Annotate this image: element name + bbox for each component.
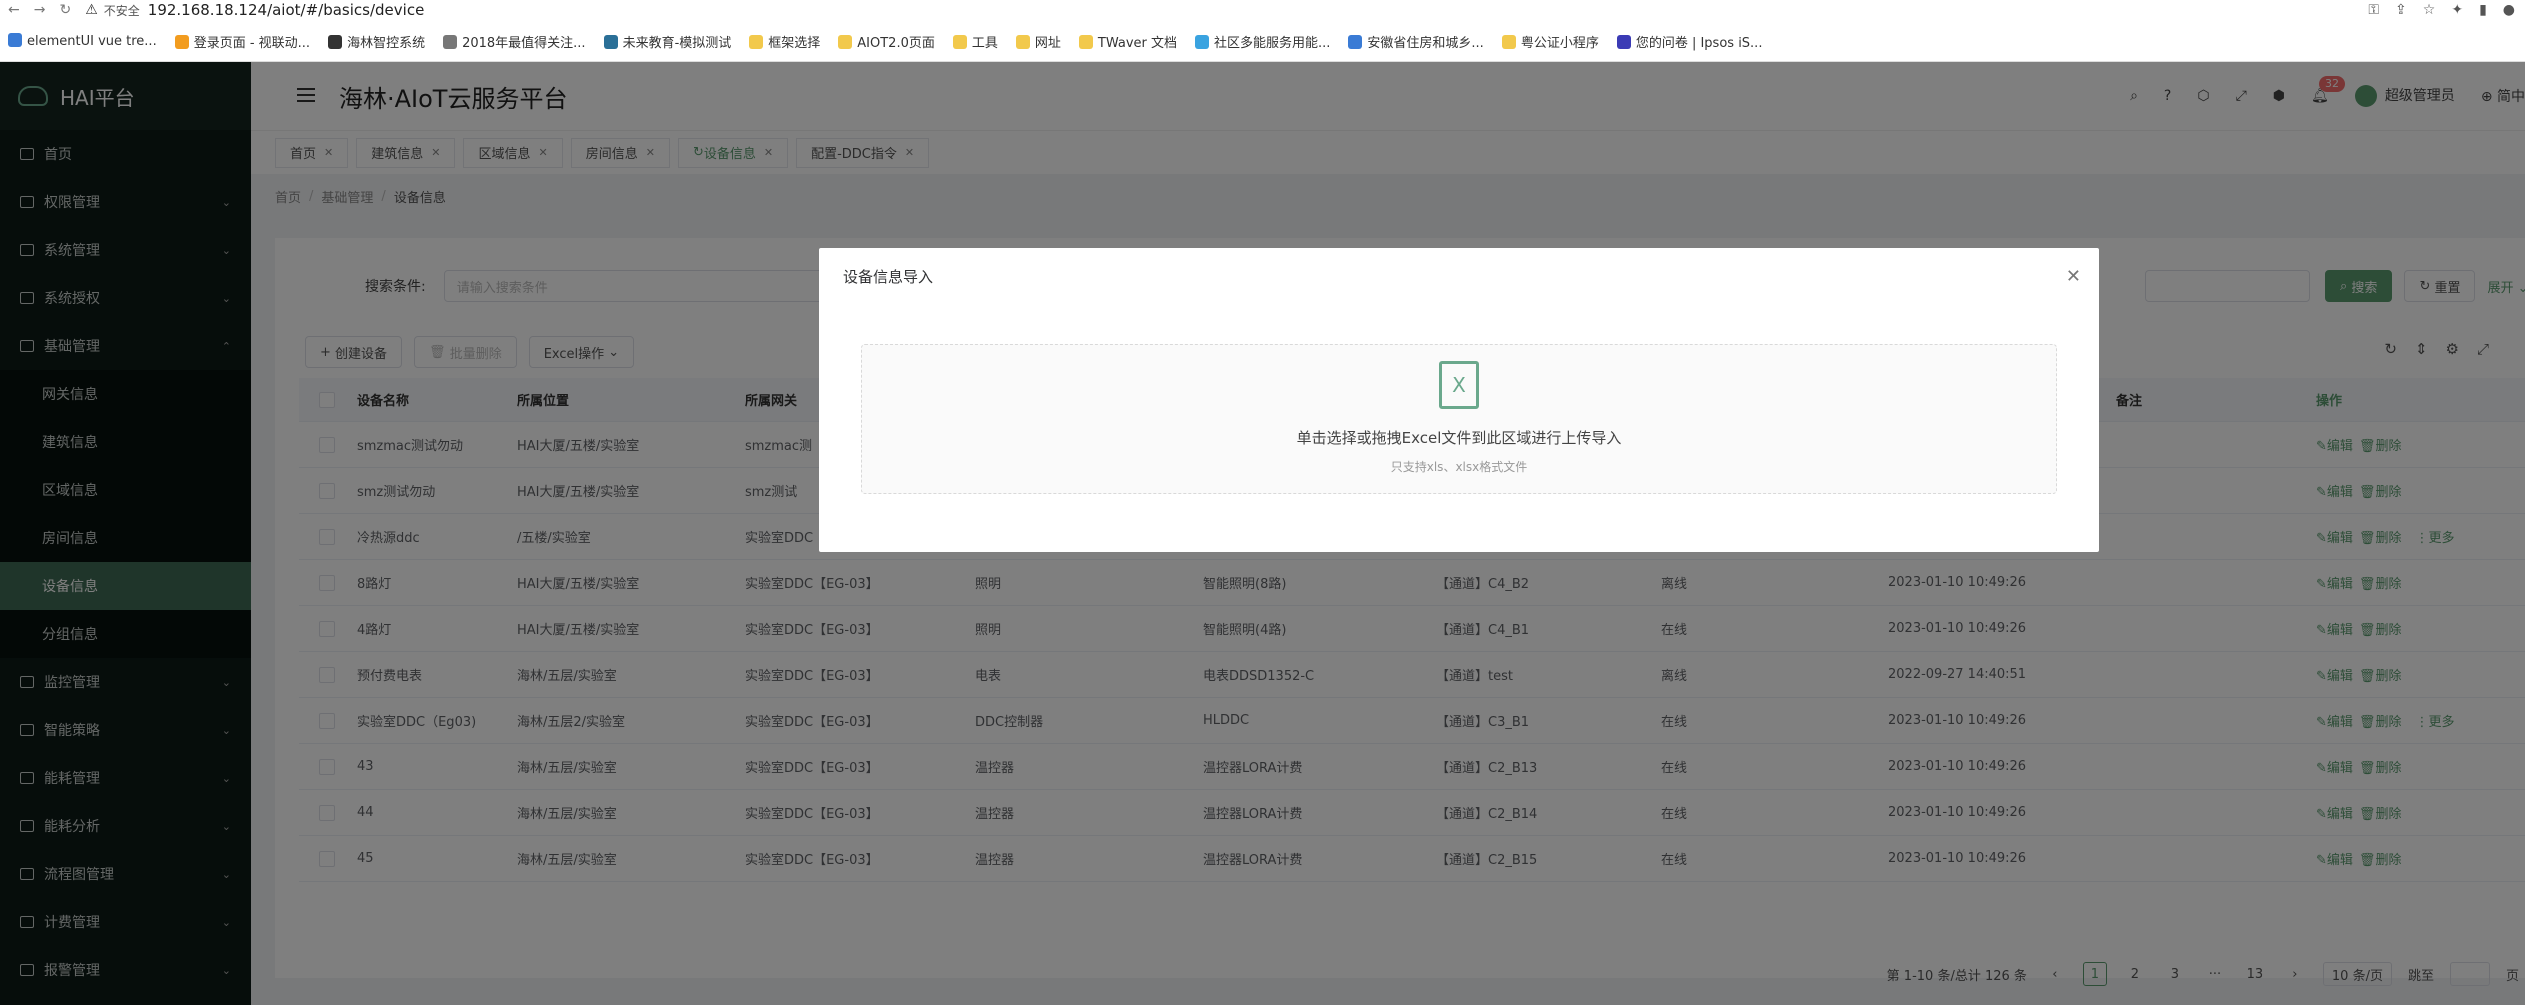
bookmark-item[interactable]: 网址 <box>1015 32 1061 51</box>
bookmark-item[interactable]: 框架选择 <box>749 32 820 51</box>
extension-icon[interactable]: ✦ <box>2451 2 2463 18</box>
bookmark-item[interactable]: AIOT2.0页面 <box>838 32 935 51</box>
bookmark-label: 海林智控系统 <box>347 35 426 51</box>
bookmark-item[interactable]: 您的问卷 | Ipsos iS... <box>1616 32 1763 51</box>
bookmark-label: 您的问卷 | Ipsos iS... <box>1635 35 1763 51</box>
upload-dropzone[interactable]: X 单击选择或拖拽Excel文件到此区域进行上传导入 只支持xls、xlsx格式… <box>861 344 2057 494</box>
bookmark-label: 社区多能服务用能... <box>1214 35 1331 51</box>
bookmark-label: 粤公证小程序 <box>1520 35 1599 51</box>
bookmark-icon <box>1015 34 1030 49</box>
bookmark-label: elementUI vue tre... <box>27 34 157 49</box>
sidepanel-icon[interactable]: ▮ <box>2479 2 2487 18</box>
import-dialog: 设备信息导入 ✕ X 单击选择或拖拽Excel文件到此区域进行上传导入 只支持x… <box>819 248 2099 552</box>
bookmark-label: 未来教育-模拟测试 <box>622 35 732 51</box>
bookmark-icon <box>1195 34 1209 49</box>
warning-icon: ⚠ <box>85 2 98 18</box>
bookmark-icon <box>1078 34 1093 49</box>
bookmark-item[interactable]: 工具 <box>952 32 998 51</box>
bookmark-item[interactable]: TWaver 文档 <box>1078 32 1177 51</box>
profile-icon[interactable]: ● <box>2503 2 2515 18</box>
bookmark-icon <box>838 34 853 49</box>
upload-tip: 只支持xls、xlsx格式文件 <box>1390 460 1528 474</box>
star-icon[interactable]: ☆ <box>2423 2 2436 18</box>
reload-icon[interactable]: ↻ <box>59 2 71 18</box>
key-icon[interactable]: ⚿ <box>2368 2 2379 18</box>
bookmark-icon <box>8 33 22 47</box>
bookmark-icon <box>749 34 764 49</box>
bookmark-label: 登录页面 - 视联动... <box>193 35 311 51</box>
browser-chrome: ← → ↻ ⚠ 不安全 192.168.18.124/aiot/#/basics… <box>0 0 2525 62</box>
bookmark-label: 网址 <box>1034 35 1061 51</box>
bookmark-item[interactable]: 海林智控系统 <box>328 32 425 51</box>
back-icon[interactable]: ← <box>8 2 20 18</box>
url-text[interactable]: 192.168.18.124/aiot/#/basics/device <box>148 1 425 19</box>
bookmark-label: 2018年最值得关注... <box>462 35 586 51</box>
bookmark-item[interactable]: 2018年最值得关注... <box>443 32 586 51</box>
bookmark-icon <box>1501 34 1516 49</box>
bookmark-icon <box>952 34 967 49</box>
excel-file-icon: X <box>1439 361 1479 409</box>
forward-icon[interactable]: → <box>34 2 46 18</box>
bookmark-label: 工具 <box>971 35 998 51</box>
bookmark-label: 框架选择 <box>768 35 821 51</box>
bookmark-item[interactable]: 登录页面 - 视联动... <box>174 32 311 51</box>
dialog-title: 设备信息导入 <box>843 267 934 286</box>
bookmark-label: 安徽省住房和城乡... <box>1367 35 1484 51</box>
bookmark-icon <box>443 34 458 49</box>
bookmark-icon <box>1348 34 1363 49</box>
bookmark-icon <box>174 34 189 49</box>
bookmark-icon <box>603 34 618 49</box>
bookmark-label: AIOT2.0页面 <box>857 35 935 51</box>
bookmark-item[interactable]: 社区多能服务用能... <box>1195 32 1330 51</box>
insecure-label: 不安全 <box>103 3 140 18</box>
bookmark-item[interactable]: 未来教育-模拟测试 <box>603 32 732 51</box>
upload-text: 单击选择或拖拽Excel文件到此区域进行上传导入 <box>1296 429 1622 447</box>
share-icon[interactable]: ⇪ <box>2395 2 2407 18</box>
bookmark-label: TWaver 文档 <box>1097 35 1177 51</box>
bookmark-icon <box>328 34 343 49</box>
address-bar[interactable]: ← → ↻ ⚠ 不安全 192.168.18.124/aiot/#/basics… <box>0 0 2525 20</box>
close-icon[interactable]: ✕ <box>2066 266 2081 287</box>
bookmarks-bar: elementUI vue tre... 登录页面 - 视联动... 海林智控系统 2… <box>0 20 2525 62</box>
bookmark-item[interactable]: 安徽省住房和城乡... <box>1348 32 1484 51</box>
bookmark-icon <box>1616 34 1631 49</box>
bookmark-item[interactable]: elementUI vue tre... <box>8 33 157 49</box>
bookmark-item[interactable]: 粤公证小程序 <box>1501 32 1599 51</box>
